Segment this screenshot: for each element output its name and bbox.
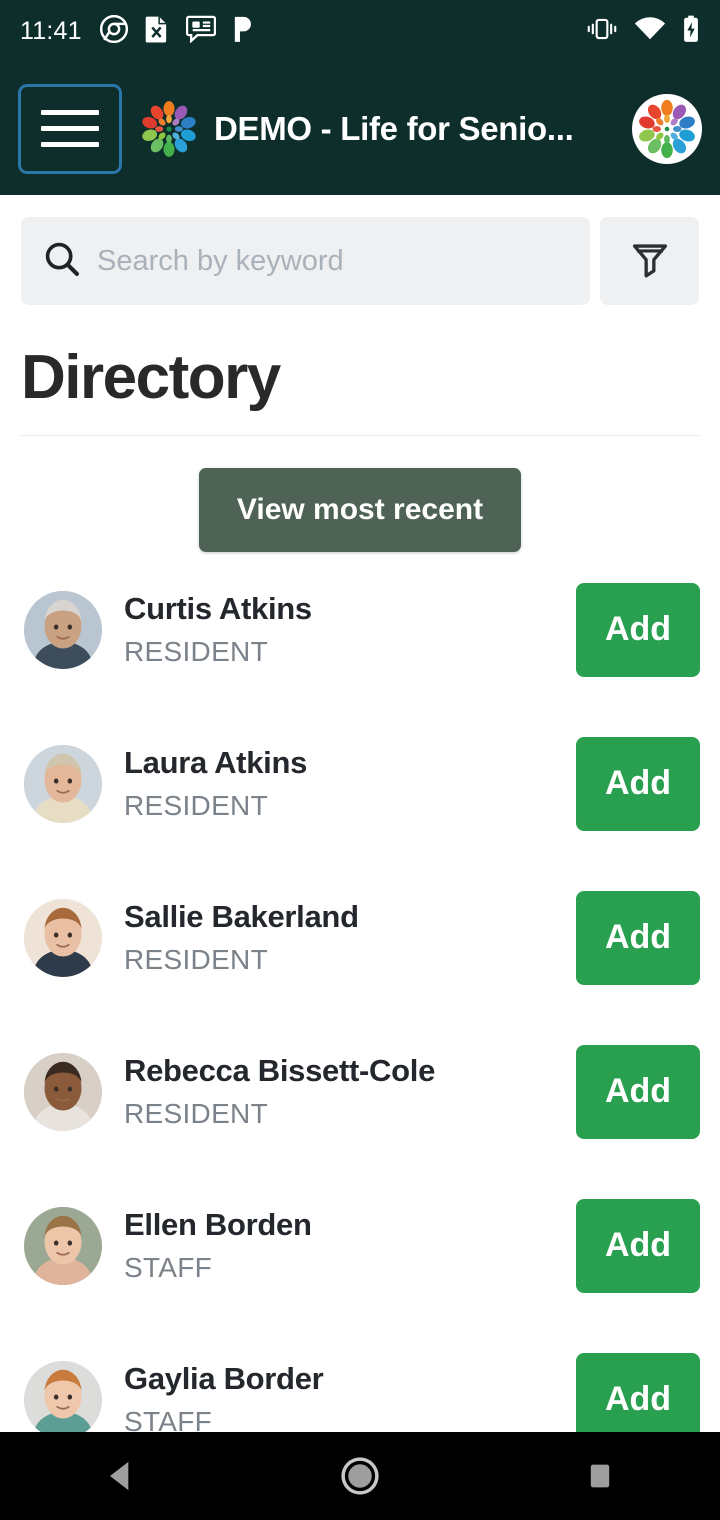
- directory-row[interactable]: Curtis Atkins RESIDENT Add: [24, 579, 700, 680]
- add-contact-button[interactable]: Add: [576, 582, 700, 677]
- android-navigation-bar: [0, 1432, 720, 1520]
- hamburger-bar: [41, 110, 99, 115]
- directory-person-name: Ellen Borden: [124, 1207, 312, 1242]
- directory-row-text: Rebecca Bissett-Cole RESIDENT: [124, 1053, 576, 1130]
- app-logo-icon: [140, 100, 198, 158]
- directory-row[interactable]: Laura Atkins RESIDENT Add: [24, 733, 700, 834]
- wifi-icon: [634, 16, 666, 47]
- directory-person-name: Gaylia Border: [124, 1361, 324, 1396]
- directory-person-role: RESIDENT: [124, 636, 268, 667]
- status-clock: 11:41: [20, 16, 82, 45]
- view-most-recent-container: View most recent: [0, 436, 720, 552]
- directory-person-role: RESIDENT: [124, 944, 268, 975]
- hamburger-bar: [41, 126, 99, 131]
- nav-back-button[interactable]: [60, 1432, 180, 1520]
- app-bar: DEMO - Life for Senio...: [0, 62, 720, 195]
- filter-button[interactable]: [600, 217, 699, 305]
- hamburger-bar: [41, 142, 99, 147]
- directory-row-text: Curtis Atkins RESIDENT: [124, 591, 576, 668]
- directory-row[interactable]: Rebecca Bissett-Cole RESIDENT Add: [24, 1041, 700, 1142]
- pandora-icon: [232, 15, 254, 48]
- nav-home-button[interactable]: [300, 1432, 420, 1520]
- add-contact-button[interactable]: Add: [576, 890, 700, 985]
- directory-row-text: Laura Atkins RESIDENT: [124, 745, 576, 822]
- photo-rebecca-bissett-cole: [24, 1052, 102, 1131]
- hamburger-menu-button[interactable]: [18, 83, 122, 174]
- search-field-container[interactable]: [21, 217, 590, 305]
- search-input[interactable]: [97, 244, 568, 278]
- status-system-icons: [586, 15, 700, 48]
- directory-person-name: Laura Atkins: [124, 745, 308, 780]
- directory-row[interactable]: Ellen Borden STAFF Add: [24, 1195, 700, 1296]
- directory-person-role: STAFF: [124, 1252, 213, 1283]
- directory-person-name: Sallie Bakerland: [124, 899, 359, 934]
- status-notification-icons: [99, 14, 586, 48]
- directory-person-name: Rebecca Bissett-Cole: [124, 1053, 436, 1088]
- status-bar: 11:41: [0, 0, 720, 62]
- nav-recents-button[interactable]: [540, 1432, 660, 1520]
- search-icon: [43, 240, 81, 283]
- spreadsheet-icon: [144, 15, 170, 48]
- search-row: [0, 195, 720, 305]
- page-title: Directory: [21, 343, 281, 412]
- directory-row-text: Sallie Bakerland RESIDENT: [124, 899, 576, 976]
- directory-list: Curtis Atkins RESIDENT Add Laura Atkins RESI…: [0, 552, 720, 1450]
- add-contact-button[interactable]: Add: [576, 736, 700, 831]
- add-contact-button[interactable]: Add: [576, 1198, 700, 1293]
- directory-row-text: Gaylia Border STAFF: [124, 1361, 576, 1438]
- photo-laura-atkins: [24, 744, 102, 823]
- directory-row-text: Ellen Borden STAFF: [124, 1207, 576, 1284]
- add-contact-button[interactable]: Add: [576, 1044, 700, 1139]
- battery-charging-icon: [682, 15, 700, 48]
- message-icon: [185, 15, 216, 48]
- photo-sallie-bakerland: [24, 898, 102, 977]
- directory-person-role: RESIDENT: [124, 790, 268, 821]
- app-title: DEMO - Life for Senio...: [214, 109, 574, 147]
- photo-curtis-atkins: [24, 590, 102, 669]
- user-avatar[interactable]: [632, 93, 702, 164]
- vibrate-icon: [586, 16, 618, 47]
- filter-funnel-icon: [629, 238, 671, 285]
- photo-gaylia-border: [24, 1360, 102, 1439]
- directory-person-name: Curtis Atkins: [124, 591, 312, 626]
- view-most-recent-button[interactable]: View most recent: [198, 468, 522, 552]
- photo-ellen-borden: [24, 1206, 102, 1285]
- app-screen: 11:41 DEMO - Life for Senio... Search by…: [0, 0, 720, 1520]
- chrome-icon: [99, 14, 128, 48]
- directory-person-role: RESIDENT: [124, 1098, 268, 1129]
- directory-row[interactable]: Sallie Bakerland RESIDENT Add: [24, 887, 700, 988]
